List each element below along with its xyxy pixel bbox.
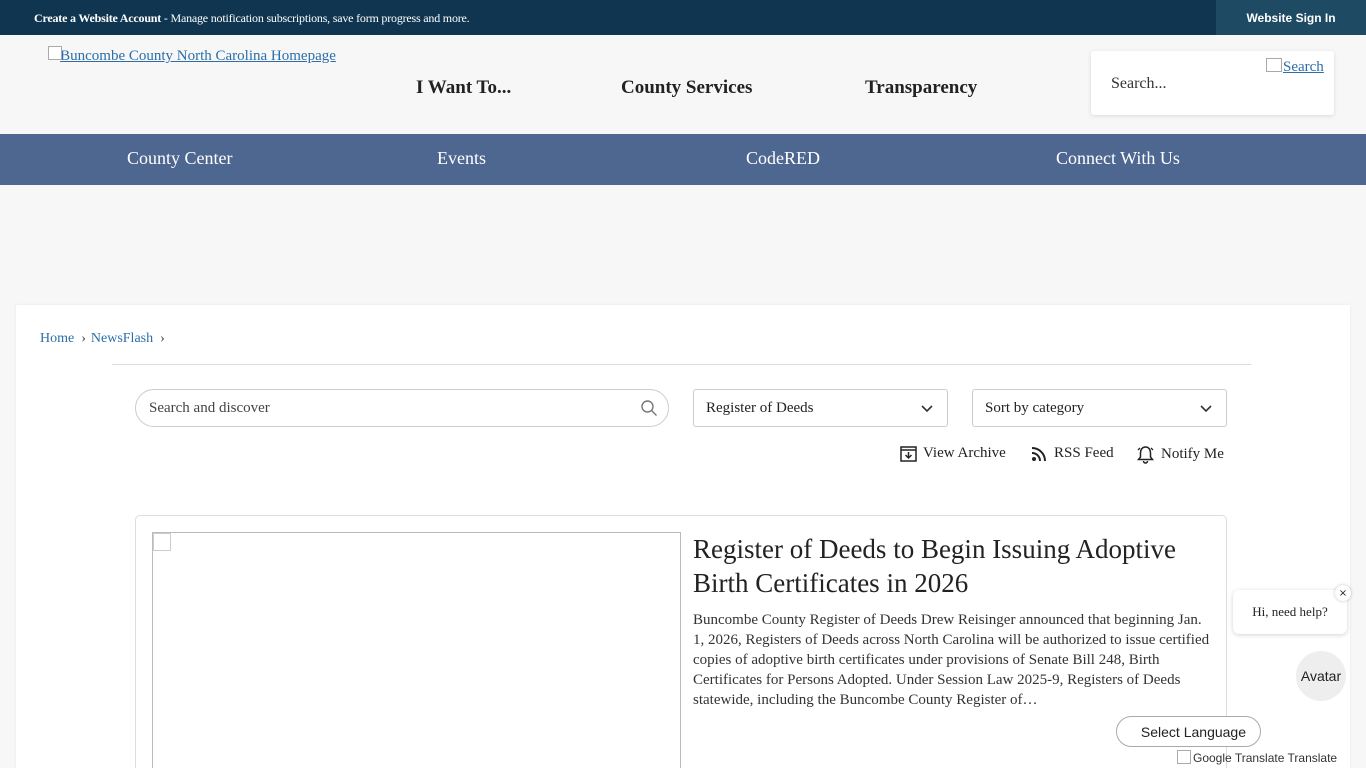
- site-search: Search... Search: [1091, 51, 1334, 115]
- create-account-link[interactable]: Create a Website Account: [34, 11, 161, 25]
- subnav-events[interactable]: Events: [437, 148, 486, 169]
- breadcrumb-home[interactable]: Home: [40, 331, 74, 346]
- site-search-button[interactable]: Search: [1266, 58, 1324, 76]
- chevron-down-icon: [1200, 405, 1212, 413]
- breadcrumb-newsflash[interactable]: NewsFlash: [91, 331, 153, 346]
- category-select-value: Register of Deeds: [706, 400, 814, 416]
- divider: [112, 364, 1251, 365]
- account-description: - Manage notification subscriptions, sav…: [161, 11, 470, 25]
- chat-avatar[interactable]: Avatar: [1296, 651, 1346, 701]
- main-content-card: Home › NewsFlash › Search and discover Regi…: [16, 305, 1350, 768]
- county-logo-link[interactable]: Buncombe County North Carolina Homepage: [48, 44, 348, 68]
- google-translate-attribution: Google Translate Translate: [1177, 750, 1337, 765]
- view-archive-link[interactable]: View Archive: [900, 445, 1006, 462]
- notify-me-label: Notify Me: [1161, 446, 1224, 462]
- logo-alt-text: Buncombe County North Carolina Homepage: [60, 48, 336, 64]
- google-translate-alt: Google Translate: [1193, 751, 1285, 765]
- rss-icon: [1031, 447, 1046, 462]
- view-archive-label: View Archive: [923, 445, 1006, 461]
- secondary-nav: County Center Events CodeRED Connect Wit…: [0, 134, 1366, 185]
- archive-icon: [900, 446, 917, 462]
- category-select[interactable]: Register of Deeds: [693, 389, 948, 427]
- close-icon[interactable]: ×: [1335, 585, 1351, 601]
- sort-select-value: Sort by category: [985, 400, 1085, 416]
- article-title[interactable]: Register of Deeds to Begin Issuing Adopt…: [693, 532, 1213, 600]
- notify-me-link[interactable]: Notify Me: [1136, 445, 1224, 464]
- account-message: Create a Website Account - Manage notifi…: [34, 11, 470, 26]
- rss-feed-link[interactable]: RSS Feed: [1031, 445, 1114, 462]
- translate-label: Translate: [1287, 751, 1338, 765]
- rss-feed-label: RSS Feed: [1054, 445, 1114, 461]
- nav-transparency[interactable]: Transparency: [865, 77, 977, 99]
- site-search-button-label: Search: [1283, 59, 1324, 75]
- news-search-placeholder: Search and discover: [149, 400, 270, 416]
- news-article-card[interactable]: Register of Deeds to Begin Issuing Adopt…: [135, 515, 1227, 768]
- site-header: Buncombe County North Carolina Homepage …: [0, 35, 1366, 134]
- bell-icon: [1136, 446, 1155, 464]
- subnav-connect-with-us[interactable]: Connect With Us: [1056, 148, 1180, 169]
- search-icon[interactable]: [640, 399, 658, 417]
- select-language-button[interactable]: Select Language: [1116, 716, 1261, 747]
- news-search-input[interactable]: Search and discover: [135, 389, 669, 427]
- nav-county-services[interactable]: County Services: [621, 77, 752, 99]
- sort-select[interactable]: Sort by category: [972, 389, 1227, 427]
- website-sign-in-button[interactable]: Website Sign In: [1216, 0, 1366, 35]
- chevron-down-icon: [921, 405, 933, 413]
- article-summary: Buncombe County Register of Deeds Drew R…: [693, 612, 1210, 708]
- article-image[interactable]: [152, 532, 681, 768]
- site-search-input[interactable]: Search...: [1111, 75, 1167, 93]
- nav-i-want-to[interactable]: I Want To...: [416, 77, 511, 99]
- subnav-codered[interactable]: CodeRED: [746, 148, 820, 169]
- search-image-icon: [1266, 58, 1282, 72]
- subnav-county-center[interactable]: County Center: [127, 148, 233, 169]
- top-bar: Create a Website Account - Manage notifi…: [0, 0, 1366, 35]
- google-logo-icon: [1177, 750, 1191, 764]
- breadcrumb: Home › NewsFlash ›: [40, 331, 165, 346]
- broken-image-icon: [48, 46, 62, 60]
- chat-help-bubble[interactable]: Hi, need help?: [1233, 590, 1347, 634]
- broken-image-icon: [153, 533, 171, 551]
